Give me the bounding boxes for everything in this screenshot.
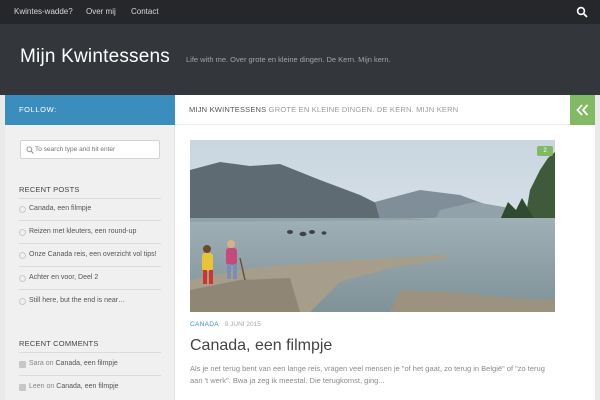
nav-item-over-mij[interactable]: Over mij [86,0,116,24]
divider [19,375,161,376]
comment-on-label: on [46,383,55,390]
post-category-link[interactable]: CANADA [190,321,219,328]
follow-bar: FOLLOW: [5,95,175,125]
post-excerpt: Als je net terug bent van een lange reis… [190,364,545,385]
recent-post-link[interactable]: Still here, but the end is near… [29,297,125,304]
divider [19,243,161,244]
sidebar: FOLLOW: RECENT POSTS Canada, een filmpje… [5,95,175,400]
comment-avatar-icon [19,384,26,391]
bullet-icon [19,252,26,259]
divider [19,289,161,290]
sidebar-toggle-button[interactable] [570,95,595,125]
double-chevron-left-icon [576,104,589,116]
comment-avatar-icon [19,361,26,368]
divider [19,220,161,221]
search-icon[interactable] [576,6,588,18]
post-featured-image[interactable] [190,140,555,312]
recent-post-link[interactable]: Canada, een filmpje [29,205,91,212]
site-tagline: Life with me. Over grote en kleine dinge… [186,55,391,64]
breadcrumb: MIJN KWINTESSENS GROTE EN KLEINE DINGEN.… [189,105,458,114]
follow-label: FOLLOW: [19,105,57,114]
recent-comments-heading: RECENT COMMENTS [19,339,99,348]
post-date: 9 JUNI 2015 [224,321,261,328]
bullet-icon [19,229,26,236]
recent-post-link[interactable]: Reizen met kleuters, een round-up [29,228,136,235]
comment-author: Sara [29,360,44,367]
sidebar-search-box[interactable] [20,140,160,159]
nav-item-contact[interactable]: Contact [131,0,159,24]
recent-post-link[interactable]: Onze Canada reis, een overzicht vol tips… [29,251,157,258]
site-title[interactable]: Mijn Kwintessens [20,46,170,68]
comment-on-label: on [45,360,54,367]
breadcrumb-tagline: GROTE EN KLEINE DINGEN. DE KERN. MIJN KE… [268,105,459,114]
comment-post-link[interactable]: Canada, een filmpje [56,383,118,390]
page-title-bar: MIJN KWINTESSENS GROTE EN KLEINE DINGEN.… [175,95,595,125]
recent-posts-heading: RECENT POSTS [19,185,80,194]
top-navigation: Kwintes-wadde? Over mij Contact [0,0,600,24]
divider [19,198,161,199]
post-title[interactable]: Canada, een filmpje [190,337,332,355]
comment-count-badge[interactable]: 2 [537,146,553,156]
comment-author: Leen [29,383,45,390]
nav-item-kwintes-wadde[interactable]: Kwintes-wadde? [14,0,73,24]
post-meta: CANADA 9 JUNI 2015 [190,321,261,328]
bullet-icon [19,206,26,213]
bullet-icon [19,298,26,305]
search-input[interactable] [35,142,157,157]
divider [19,352,161,353]
divider [19,266,161,267]
recent-post-link[interactable]: Achter en voor, Deel 2 [29,274,98,281]
comment-post-link[interactable]: Canada, een filmpje [56,360,118,367]
search-icon [26,146,34,154]
lake-landscape-image [190,140,555,312]
bullet-icon [19,275,26,282]
comment-count: 2 [543,148,547,154]
breadcrumb-site: MIJN KWINTESSENS [189,105,267,114]
